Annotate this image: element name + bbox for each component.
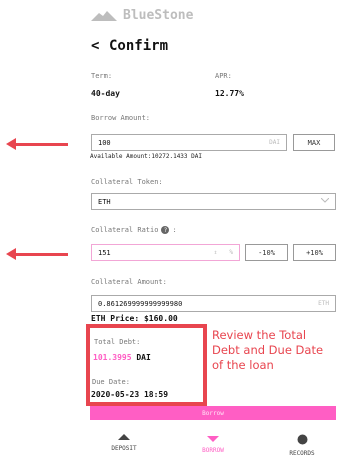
collateral-ratio-colon: :	[172, 226, 177, 234]
nav-records-label: RECORDS	[289, 450, 315, 457]
collateral-amount-value: 0.861269999999999980	[98, 299, 183, 308]
back-button[interactable]: <	[91, 38, 99, 54]
collateral-ratio-input[interactable]: 151 ⇕ %	[91, 244, 240, 261]
mountain-icon	[91, 10, 117, 21]
apr-value: 12.77%	[215, 89, 244, 98]
triangle-up-icon	[118, 434, 130, 440]
nav-borrow-label: BORROW	[202, 447, 224, 454]
circle-icon	[297, 434, 307, 445]
increase-ratio-button[interactable]: +10%	[293, 244, 336, 261]
annotation-arrow	[6, 248, 68, 260]
brand-logo: BlueStone	[91, 8, 193, 23]
borrow-button[interactable]: Borrow	[90, 406, 336, 420]
term-value: 40-day	[91, 89, 120, 98]
page-title: Confirm	[109, 38, 169, 54]
collateral-ratio-label-text: Collateral Ratio	[91, 226, 159, 234]
due-date-value: 2020-05-23 18:59	[91, 390, 169, 399]
decrease-ratio-button[interactable]: -10%	[245, 244, 288, 261]
stepper-icon[interactable]: ⇕	[214, 249, 218, 256]
collateral-amount-label: Collateral Amount:	[91, 278, 167, 286]
available-amount: Available Amount:10272.1433 DAI	[90, 153, 202, 160]
collateral-token-select[interactable]: ETH	[91, 193, 336, 210]
collateral-amount-unit: ETH	[318, 300, 329, 307]
borrow-amount-input[interactable]: 100 DAI	[91, 134, 287, 151]
collateral-ratio-unit: %	[229, 249, 233, 256]
max-button[interactable]: MAX	[293, 134, 335, 151]
apr-label: APR:	[215, 72, 232, 80]
nav-records[interactable]: RECORDS	[277, 434, 327, 457]
total-debt-label: Total Debt:	[94, 338, 141, 346]
total-debt-unit: DAI	[136, 353, 151, 362]
borrow-amount-value: 100	[98, 138, 111, 147]
borrow-amount-unit: DAI	[269, 139, 280, 146]
chevron-down-icon	[320, 197, 330, 205]
due-date-label: Due Date:	[92, 378, 130, 386]
annotation-note: Review the Total Debt and Due Date of th…	[212, 328, 324, 372]
eth-price: ETH Price: $160.00	[91, 314, 178, 323]
collateral-ratio-label: Collateral Ratio ? :	[91, 226, 177, 234]
collateral-token-value: ETH	[98, 197, 111, 206]
help-icon[interactable]: ?	[161, 226, 170, 234]
term-label: Term:	[91, 72, 113, 80]
borrow-amount-label: Borrow Amount:	[91, 114, 151, 122]
collateral-amount-field: 0.861269999999999980 ETH	[91, 295, 336, 312]
brand-name: BlueStone	[123, 8, 194, 23]
nav-deposit-label: DEPOSIT	[111, 445, 137, 452]
annotation-arrow	[6, 138, 68, 150]
collateral-token-label: Collateral Token:	[91, 178, 163, 186]
total-debt: 101.3995 DAI	[93, 353, 151, 362]
total-debt-value: 101.3995	[93, 353, 132, 362]
triangle-down-icon	[207, 436, 219, 442]
collateral-ratio-value: 151	[98, 248, 111, 257]
nav-borrow[interactable]: BORROW	[188, 436, 238, 454]
nav-deposit[interactable]: DEPOSIT	[99, 434, 149, 452]
